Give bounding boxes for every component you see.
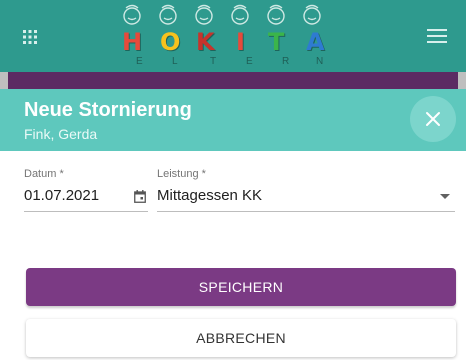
calendar-icon[interactable] [134, 190, 146, 203]
hokita-logo: H O K I T A E L T E R N [112, 4, 342, 70]
logo-sub-letter: E [246, 56, 253, 67]
leistung-label: Leistung * [157, 168, 206, 180]
cancel-button[interactable]: ABBRECHEN [26, 319, 456, 357]
logo-letter-1: H [122, 28, 143, 56]
logo-sub-letter: T [210, 56, 217, 67]
logo-subtitle: E L T E R N [112, 56, 342, 68]
apps-grid-icon[interactable] [23, 30, 37, 44]
app-bar: H O K I T A E L T E R N [0, 0, 466, 72]
datum-input[interactable]: 01.07.2021 [24, 187, 99, 205]
logo-letter-5: T [268, 28, 285, 56]
logo-sub-letter: L [172, 56, 178, 67]
logo-letter-4: I [236, 28, 245, 56]
close-button[interactable] [410, 96, 456, 142]
dropdown-arrow-icon[interactable] [440, 194, 450, 199]
logo-letter-6: A [306, 28, 325, 56]
logo-sub-letter: N [316, 56, 324, 67]
datum-label: Datum * [24, 168, 64, 180]
hamburger-menu-icon[interactable] [427, 29, 447, 43]
dialog-backdrop [0, 72, 466, 90]
dialog-subtitle: Fink, Gerda [24, 126, 98, 142]
close-icon [426, 112, 440, 126]
logo-letter-3: K [196, 28, 215, 56]
leistung-underline [157, 211, 455, 212]
dialog-title: Neue Stornierung [24, 99, 192, 121]
datum-underline [24, 211, 148, 212]
save-button[interactable]: SPEICHERN [26, 268, 456, 306]
leistung-select[interactable]: Mittagessen KK [157, 187, 262, 205]
logo-sub-letter: R [282, 56, 290, 67]
logo-letter-2: O [160, 28, 181, 56]
logo-sub-letter: E [136, 56, 143, 67]
